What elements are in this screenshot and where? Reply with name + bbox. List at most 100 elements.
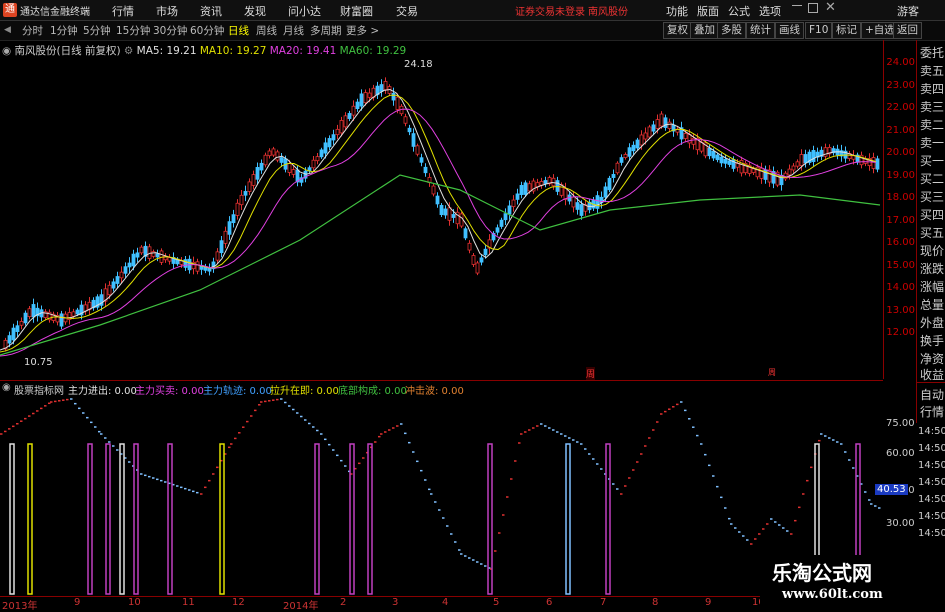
y-tick: 16.00 <box>886 237 915 248</box>
period-1min[interactable]: 1分钟 <box>50 23 78 38</box>
y-tick: 17.00 <box>886 215 915 226</box>
candle-body <box>407 127 412 133</box>
kline-svg[interactable] <box>0 40 883 379</box>
candle-body <box>239 194 244 206</box>
candle-body <box>127 262 132 268</box>
side-label[interactable]: 委托 <box>920 44 944 61</box>
menu-function[interactable]: 功能 <box>666 3 688 19</box>
period-multi[interactable]: 多周期 <box>310 23 342 38</box>
candle-body <box>23 312 28 324</box>
period-daily[interactable]: 日线 <box>228 23 249 38</box>
candle-body <box>75 309 80 315</box>
minimize-icon[interactable] <box>792 5 802 6</box>
overlay-button[interactable]: 叠加 <box>690 22 719 39</box>
time-tag: 14:50 <box>918 494 945 505</box>
date-label: 12 <box>232 597 245 608</box>
candle-body <box>451 214 456 218</box>
menu-options[interactable]: 选项 <box>759 3 781 19</box>
close-icon[interactable]: ✕ <box>825 0 836 15</box>
period-more[interactable]: 更多 > <box>346 23 379 38</box>
kline-chart[interactable] <box>0 40 884 379</box>
candle-body <box>551 177 556 187</box>
candle-body <box>59 313 64 327</box>
weekly-marker-1[interactable]: 周 <box>586 367 596 380</box>
stats-button[interactable]: 统计 <box>746 22 775 39</box>
time-tag: 14:50 <box>918 460 945 471</box>
period-5min[interactable]: 5分钟 <box>83 23 111 38</box>
candle-body <box>727 160 732 165</box>
f10-button[interactable]: F10 <box>805 22 833 39</box>
ma10-label: MA10: 19.27 <box>199 45 267 57</box>
menu-formula[interactable]: 公式 <box>728 3 750 19</box>
indicator-circle-icon[interactable]: ◉ <box>2 382 11 393</box>
quote-label[interactable]: 行情 <box>920 403 944 420</box>
menu-layout[interactable]: 版面 <box>697 3 719 19</box>
y-tick: 20.00 <box>886 147 915 158</box>
candle-body <box>579 204 584 216</box>
menu-quotes[interactable]: 行情 <box>112 3 134 19</box>
menu-wenxiaoda[interactable]: 问小达 <box>288 3 321 19</box>
candle-body <box>651 124 656 132</box>
back-button[interactable]: 返回 <box>893 22 922 39</box>
multi-stock-button[interactable]: 多股 <box>717 22 746 39</box>
auto-label[interactable]: 自动 <box>920 386 944 403</box>
low-price-label: 10.75 <box>24 357 53 368</box>
candle-body <box>467 242 472 251</box>
candle-body <box>331 134 336 141</box>
watermark-url: www.60lt.com <box>782 587 883 602</box>
menu-discover[interactable]: 发现 <box>244 3 266 19</box>
candle-body <box>119 271 124 279</box>
ma20-label: MA20: 19.41 <box>269 45 337 57</box>
candle-body <box>367 92 372 98</box>
candle-body <box>715 154 720 161</box>
indicator-svg[interactable] <box>0 394 883 596</box>
period-60min[interactable]: 60分钟 <box>190 23 224 38</box>
candle-body <box>403 116 408 124</box>
period-30min[interactable]: 30分钟 <box>153 23 187 38</box>
candle-body <box>327 138 332 148</box>
guest-label[interactable]: 游客 <box>897 3 919 19</box>
maximize-icon[interactable] <box>808 3 818 13</box>
settings-gear-icon[interactable]: ⚙ <box>124 45 133 57</box>
toolbar-arrow-icon[interactable]: ◀ <box>4 25 11 35</box>
period-monthly[interactable]: 月线 <box>283 23 304 38</box>
candle-body <box>811 150 816 162</box>
menu-news[interactable]: 资讯 <box>200 3 222 19</box>
draw-button[interactable]: 画线 <box>775 22 804 39</box>
ind-y-tick: 60.00 <box>886 448 915 459</box>
app-name: 通达信金融终端 <box>20 7 90 18</box>
candle-body <box>607 177 612 191</box>
time-tag: 14:50 <box>918 528 945 539</box>
quote-side-panel: 委托 卖五 卖四 卖三 卖二 卖一 买一 买二 买三 买四 买五 现价 涨跌 涨… <box>916 40 945 382</box>
candle-body <box>227 221 232 235</box>
weekly-marker-2[interactable]: 周 <box>768 367 776 378</box>
menu-trade[interactable]: 交易 <box>396 3 418 19</box>
menu-market[interactable]: 市场 <box>156 3 178 19</box>
candle-body <box>643 132 648 140</box>
candle-body <box>131 253 136 267</box>
info-circle-icon[interactable]: ◉ <box>2 45 11 57</box>
candle-body <box>7 335 12 344</box>
candle-body <box>871 157 876 169</box>
period-timeshare[interactable]: 分时 <box>22 23 43 38</box>
side-label: 买三 <box>920 190 945 204</box>
indicator-chart[interactable] <box>0 394 883 596</box>
y-tick: 23.00 <box>886 80 915 91</box>
candle-body <box>323 142 328 154</box>
adjust-button[interactable]: 复权 <box>663 22 692 39</box>
date-axis: 2013年 9 10 11 12 2014年 2 3 4 5 6 7 8 9 1… <box>0 596 883 612</box>
ma5-label: MA5: 19.21 <box>136 45 197 57</box>
candle-body <box>439 205 444 215</box>
candle-body <box>315 156 320 162</box>
side-label: 净资 <box>920 352 945 366</box>
candle-body <box>155 253 160 258</box>
watermark-title: 乐淘公式网 <box>772 561 872 585</box>
mark-button[interactable]: 标记 <box>832 22 861 39</box>
candle-body <box>647 126 652 138</box>
stock-name-title: 南风股份 <box>588 7 628 18</box>
period-weekly[interactable]: 周线 <box>256 23 277 38</box>
menu-wealth-circle[interactable]: 财富圈 <box>340 3 373 19</box>
candle-body <box>499 219 504 227</box>
period-15min[interactable]: 15分钟 <box>116 23 150 38</box>
indicator-bar <box>9 443 15 595</box>
